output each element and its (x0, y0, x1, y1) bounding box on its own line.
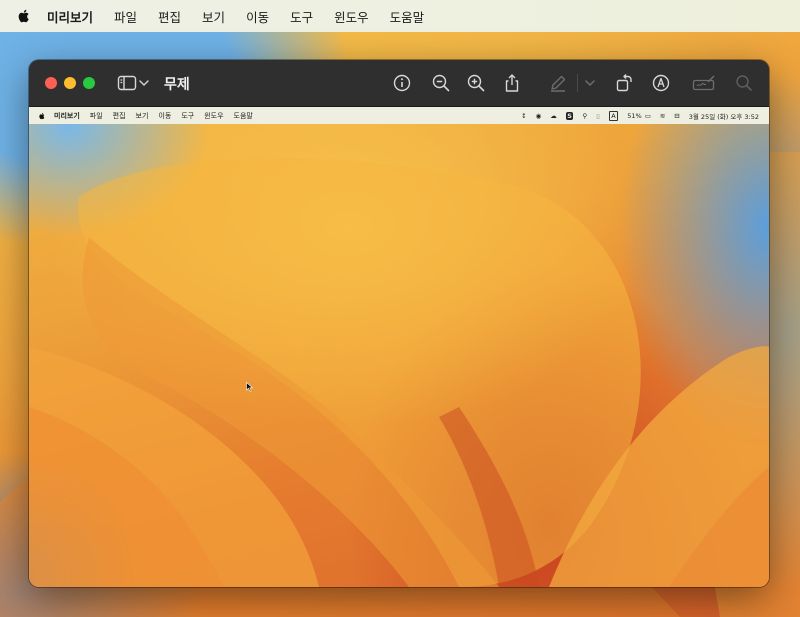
battery-icon: ▭ (644, 111, 651, 120)
wallpaper-artwork (29, 158, 769, 587)
close-button[interactable] (45, 77, 57, 89)
highlight-icon[interactable] (650, 72, 672, 94)
menu-window[interactable]: 윈도우 (334, 7, 369, 26)
window-titlebar[interactable]: 무제 (29, 60, 769, 107)
minimize-button[interactable] (64, 77, 76, 89)
system-menubar: 미리보기 파일 편집 보기 이동 도구 윈도우 도움말 (0, 0, 800, 32)
key-icon: ⚲ (582, 111, 588, 120)
captured-menu-item: 윈도우 (204, 111, 224, 120)
control-center-icon: ⊟ (674, 111, 680, 120)
menu-view[interactable]: 보기 (202, 7, 225, 26)
apple-icon[interactable] (16, 8, 32, 24)
mouse-cursor-icon (246, 382, 254, 392)
captured-menu-item: 미리보기 (54, 111, 80, 120)
rotate-icon[interactable] (613, 72, 635, 94)
captured-menu-item: 파일 (89, 111, 103, 120)
menu-help[interactable]: 도움말 (390, 7, 425, 26)
captured-menu-item: 이동 (158, 111, 172, 120)
cloud-icon: ☁ (550, 111, 557, 120)
document-image: 미리보기 파일 편집 보기 이동 도구 윈도우 도움말 ↕ ◉ ☁ S ⚲ ▯ … (29, 107, 769, 587)
zoom-in-icon[interactable] (465, 72, 487, 94)
clock-datetime: 3월 25일 (화) 오후 3:52 (688, 112, 759, 121)
menu-edit[interactable]: 편집 (158, 7, 181, 26)
input-source-badge: A (608, 110, 619, 121)
battery-percent: 51% (627, 111, 642, 120)
sidebar-icon[interactable] (116, 72, 138, 94)
preview-window: 무제 미리보기 파일 편집 보기 이동 도구 윈도우 도움말 ↕ ◉ ☁ S ⚲… (29, 60, 769, 587)
share-icon[interactable] (501, 72, 523, 94)
search-icon[interactable] (733, 72, 755, 94)
chevron-down-icon[interactable] (137, 72, 151, 94)
info-icon[interactable] (391, 72, 413, 94)
app-s-icon: S (565, 111, 574, 120)
menu-go[interactable]: 이동 (246, 7, 269, 26)
wifi-icon: ≋ (659, 111, 666, 120)
menu-tools[interactable]: 도구 (290, 7, 313, 26)
captured-menu-item: 보기 (135, 111, 149, 120)
markup-pen-icon[interactable] (547, 72, 569, 94)
menu-file[interactable]: 파일 (114, 7, 137, 26)
apple-icon (39, 112, 45, 119)
eye-icon: ◉ (535, 111, 542, 120)
captured-menu-item: 편집 (112, 111, 126, 120)
signature-icon[interactable] (691, 72, 717, 94)
chevron-down-icon[interactable] (583, 72, 597, 94)
menu-preview[interactable]: 미리보기 (47, 7, 93, 26)
zoom-button[interactable] (83, 77, 95, 89)
captured-menu-item: 도구 (181, 111, 195, 120)
toolbar-separator (577, 74, 578, 92)
window-title: 무제 (164, 77, 190, 93)
zoom-out-icon[interactable] (430, 72, 452, 94)
toggle-icon: ▯ (596, 111, 600, 120)
captured-menu-item: 도움말 (233, 111, 253, 120)
captured-status-area: ↕ ◉ ☁ S ⚲ ▯ A 51% ▭ ≋ ⊟ 3월 25일 (화) 오후 3:… (512, 107, 759, 124)
sort-arrows-icon: ↕ (521, 111, 527, 120)
